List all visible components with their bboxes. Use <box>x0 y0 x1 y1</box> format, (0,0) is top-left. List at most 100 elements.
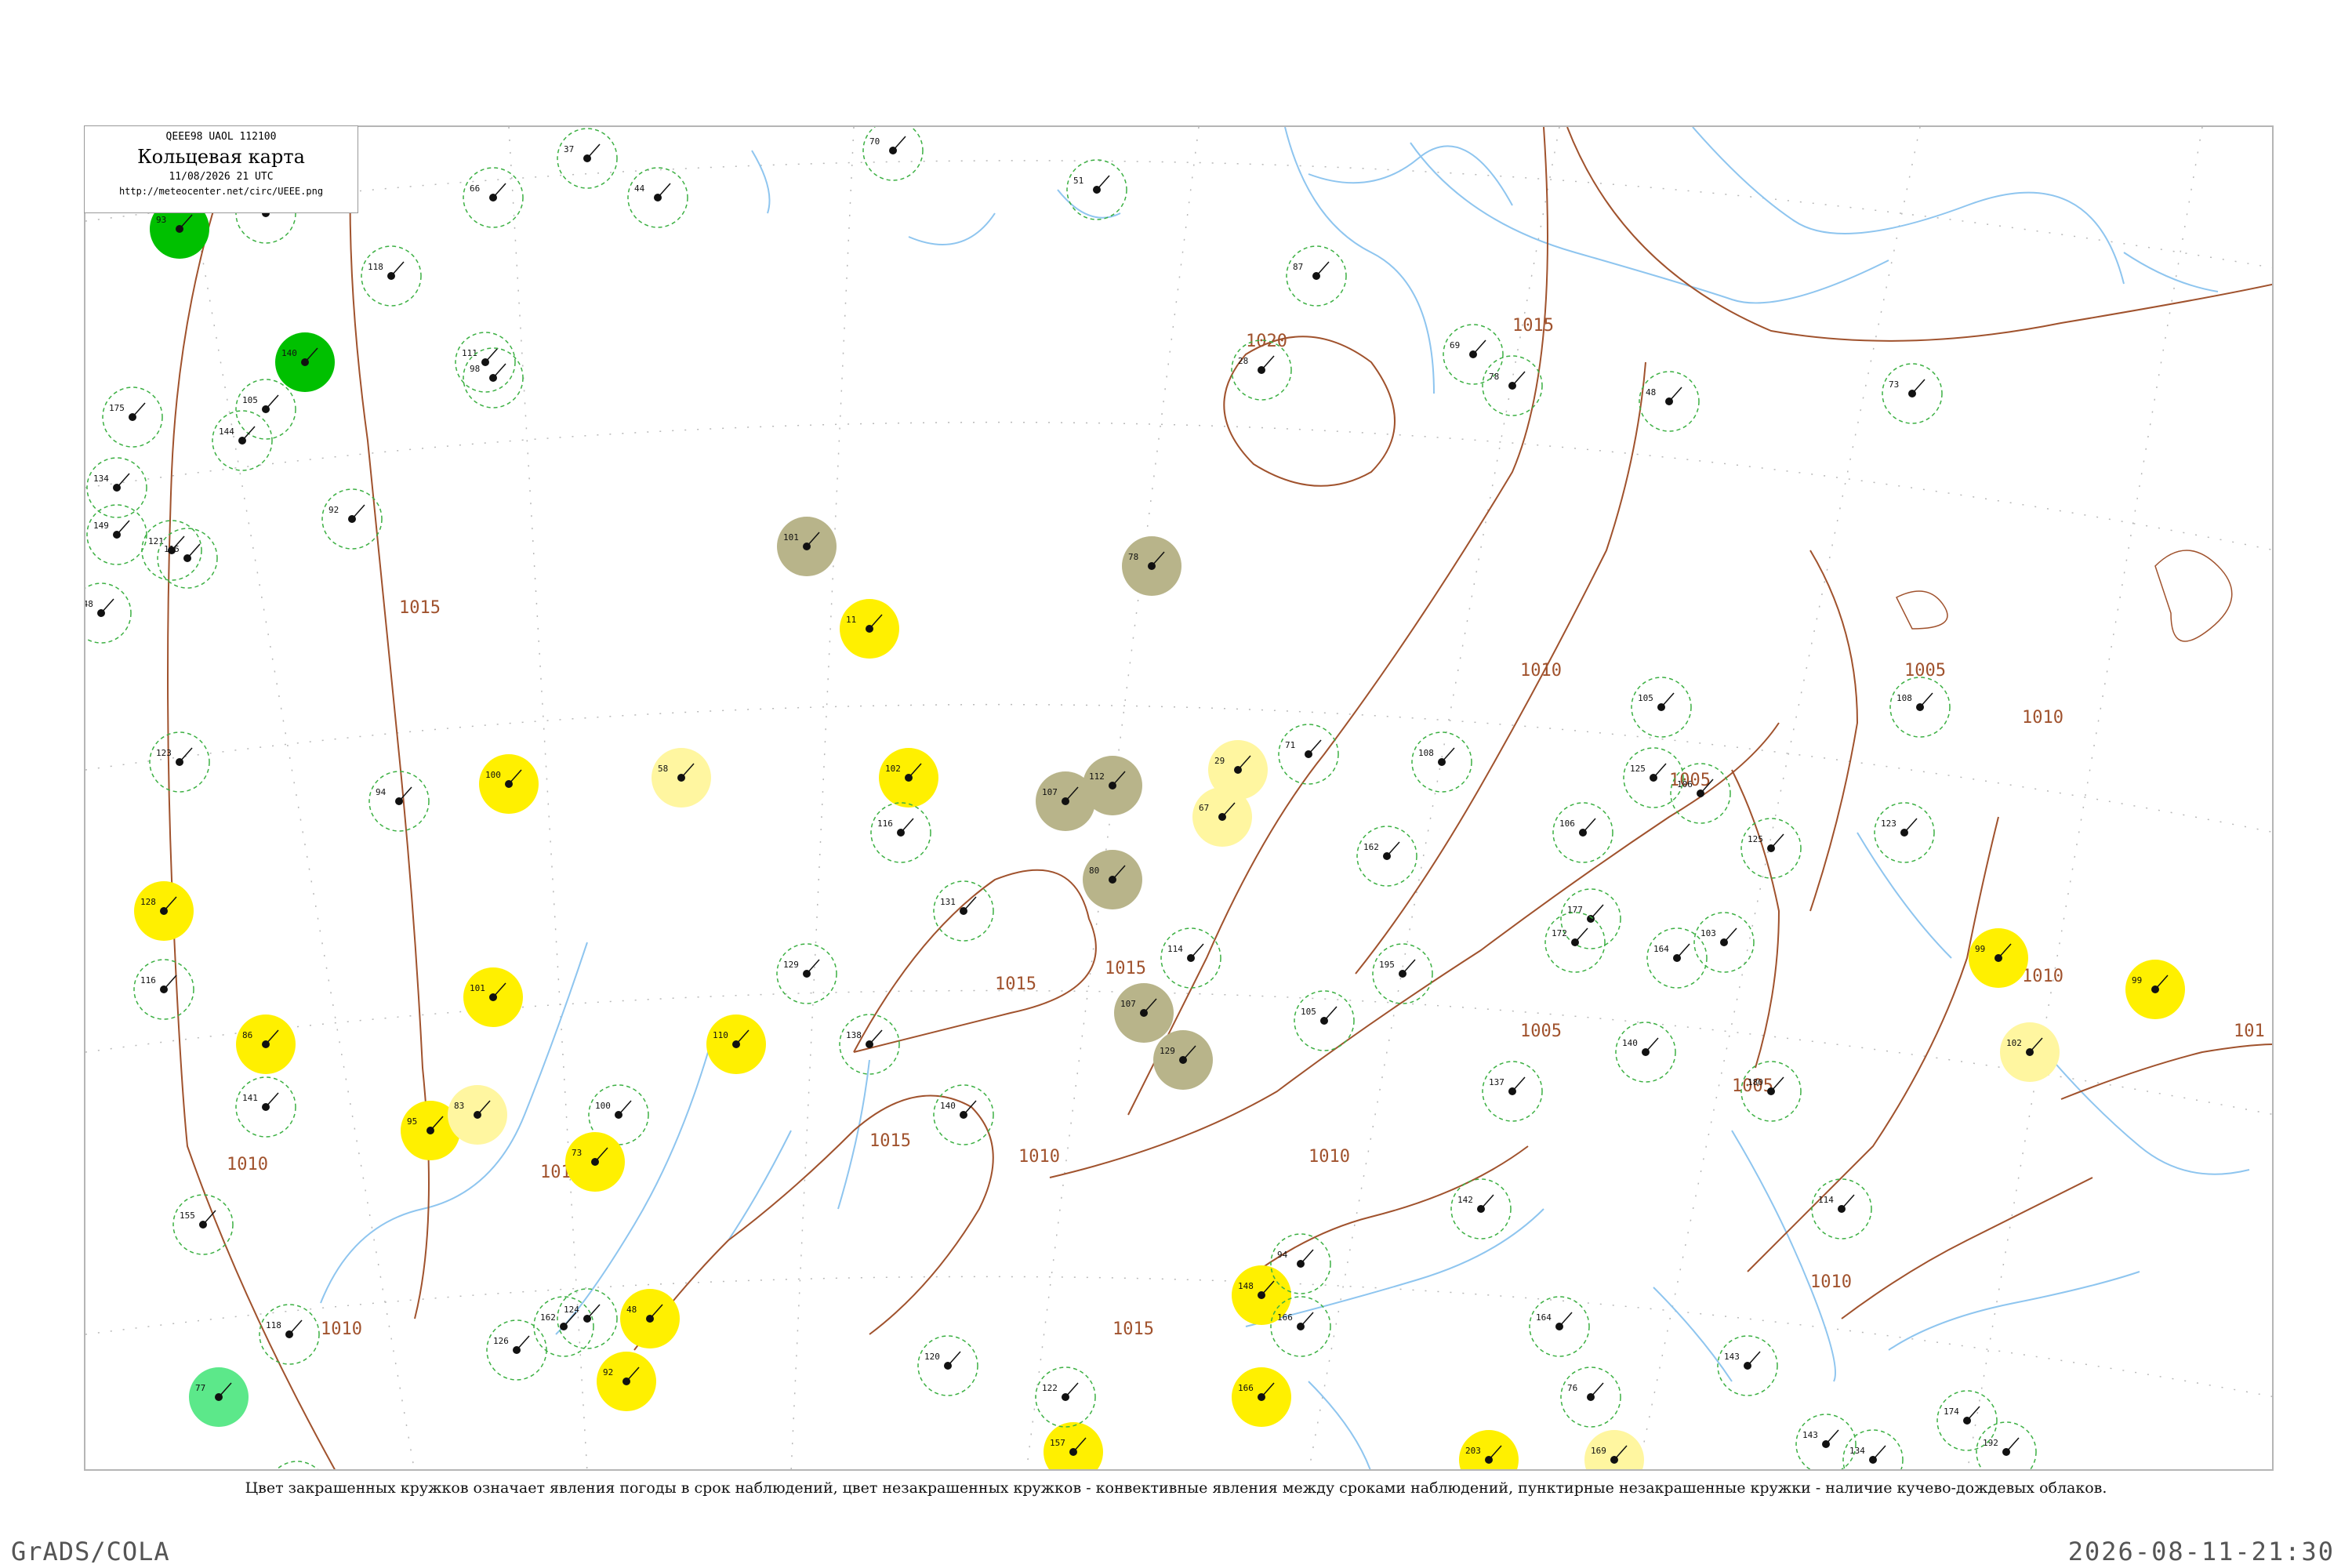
station-light_yellow[interactable]: 83 <box>448 1085 507 1145</box>
station-light_yellow[interactable]: 58 <box>652 748 711 808</box>
station-haze[interactable]: 128 <box>134 881 194 941</box>
station-value: 100 <box>485 770 501 780</box>
station-none[interactable]: 143 <box>1795 1414 1857 1471</box>
station-none[interactable]: 70 <box>862 127 924 181</box>
station-none[interactable]: 115 <box>157 528 218 589</box>
wind-barb <box>1645 1037 1659 1053</box>
station-light_yellow[interactable]: 102 <box>2000 1022 2060 1082</box>
station-value: 37 <box>564 144 574 154</box>
station-haze[interactable]: 11 <box>840 599 899 659</box>
station-fog[interactable]: 129 <box>1153 1030 1213 1090</box>
station-none[interactable]: 122 <box>1035 1367 1096 1428</box>
station-none[interactable]: 73 <box>1882 363 1943 424</box>
station-none[interactable]: 142 <box>1450 1178 1512 1240</box>
station-none[interactable]: 175 <box>102 387 163 448</box>
station-none[interactable]: 76 <box>1560 1367 1621 1428</box>
station-haze[interactable]: 48 <box>620 1289 680 1348</box>
station-none[interactable]: 144 <box>212 410 273 471</box>
station-fog[interactable]: 78 <box>1122 536 1181 596</box>
station-none[interactable]: 123 <box>149 731 210 793</box>
station-rain[interactable]: 140 <box>275 332 335 392</box>
station-none[interactable]: 126 <box>267 1461 327 1471</box>
station-none[interactable]: 106 <box>1552 802 1613 863</box>
station-none[interactable]: 116 <box>870 802 931 863</box>
station-none[interactable]: 118 <box>361 245 422 307</box>
station-none[interactable]: 108 <box>1411 731 1472 793</box>
station-none[interactable]: 114 <box>1160 927 1221 989</box>
station-none[interactable]: 164 <box>1529 1296 1590 1357</box>
station-none[interactable]: 174 <box>1936 1390 1998 1451</box>
station-none[interactable]: 94 <box>368 771 430 832</box>
station-none[interactable]: 195 <box>1372 943 1433 1004</box>
station-haze[interactable]: 110 <box>706 1014 766 1074</box>
station-none[interactable]: 148 <box>85 583 132 644</box>
station-haze[interactable]: 203 <box>1459 1430 1519 1471</box>
isobar <box>1049 722 1780 1178</box>
station-none[interactable]: 192 <box>1976 1421 2037 1471</box>
station-haze[interactable]: 73 <box>565 1132 625 1192</box>
station-none[interactable]: 116 <box>133 959 194 1020</box>
station-fog[interactable]: 107 <box>1114 983 1174 1043</box>
station-none[interactable]: 108 <box>1889 677 1951 738</box>
station-none[interactable]: 44 <box>627 167 688 228</box>
station-none[interactable]: 51 <box>1066 159 1127 220</box>
station-none[interactable]: 87 <box>1286 245 1347 307</box>
wind-barb <box>390 261 405 277</box>
station-none[interactable]: 125 <box>1740 818 1802 879</box>
station-none[interactable]: 105 <box>1631 677 1692 738</box>
station-none[interactable]: 140 <box>1615 1022 1676 1083</box>
station-none[interactable]: 131 <box>933 880 994 942</box>
station-haze[interactable]: 100 <box>479 754 539 814</box>
station-none[interactable]: 134 <box>1842 1429 1904 1471</box>
station-none[interactable]: 118 <box>259 1304 320 1365</box>
station-haze[interactable]: 157 <box>1044 1422 1103 1471</box>
station-none[interactable]: 111 <box>455 332 516 393</box>
station-haze[interactable]: 86 <box>236 1014 296 1074</box>
map-url[interactable]: http://meteocenter.net/circ/UEEE.png <box>85 186 358 197</box>
station-haze[interactable]: 102 <box>879 748 938 808</box>
station-haze[interactable]: 92 <box>597 1352 656 1411</box>
station-none[interactable]: 123 <box>1874 802 1935 863</box>
station-none[interactable]: 177 <box>1560 888 1621 949</box>
station-none[interactable]: 143 <box>1717 1335 1778 1396</box>
station-haze[interactable]: 101 <box>463 967 523 1027</box>
station-value: 162 <box>540 1312 556 1323</box>
station-none[interactable]: 37 <box>557 128 618 189</box>
station-none[interactable]: 166 <box>1270 1296 1331 1357</box>
station-none[interactable]: 155 <box>172 1194 234 1255</box>
isobar-label: 1015 <box>399 598 441 618</box>
station-light_yellow[interactable]: 67 <box>1192 787 1252 847</box>
station-light_yellow[interactable]: 169 <box>1584 1430 1644 1471</box>
station-none[interactable]: 103 <box>1693 912 1755 973</box>
station-none[interactable]: 105 <box>1294 990 1355 1051</box>
station-none[interactable]: 140 <box>933 1084 994 1145</box>
station-none[interactable]: 137 <box>1482 1061 1543 1122</box>
station-none[interactable]: 66 <box>463 167 524 228</box>
station-none[interactable]: 162 <box>1356 826 1417 887</box>
station-none[interactable]: 172 <box>1544 912 1606 973</box>
station-haze[interactable]: 166 <box>1232 1367 1291 1427</box>
station-none[interactable]: 105 <box>235 379 296 440</box>
station-none[interactable]: 129 <box>776 943 837 1004</box>
station-value: 106 <box>1559 818 1575 829</box>
station-value: 11 <box>846 615 856 625</box>
station-showers[interactable]: 77 <box>189 1367 249 1427</box>
station-none[interactable]: 120 <box>917 1335 978 1396</box>
station-none[interactable]: 98 <box>463 347 524 408</box>
station-haze[interactable]: 99 <box>1969 928 2028 988</box>
station-none[interactable]: 92 <box>321 488 383 550</box>
station-none[interactable]: 126 <box>486 1319 547 1381</box>
wind-barb <box>289 1319 303 1335</box>
station-none[interactable]: 149 <box>86 504 147 565</box>
station-none[interactable]: 48 <box>1639 371 1700 432</box>
station-fog[interactable]: 101 <box>777 517 837 576</box>
station-none[interactable]: 134 <box>86 457 147 518</box>
station-fog[interactable]: 112 <box>1083 756 1142 815</box>
station-none[interactable]: 164 <box>1646 927 1708 989</box>
station-fog[interactable]: 80 <box>1083 850 1142 909</box>
station-none[interactable]: 78 <box>1482 355 1543 416</box>
station-none[interactable]: 114 <box>1811 1178 1872 1240</box>
wind-barb <box>1308 739 1322 755</box>
station-haze[interactable]: 99 <box>2125 960 2185 1019</box>
station-none[interactable]: 141 <box>235 1076 296 1138</box>
